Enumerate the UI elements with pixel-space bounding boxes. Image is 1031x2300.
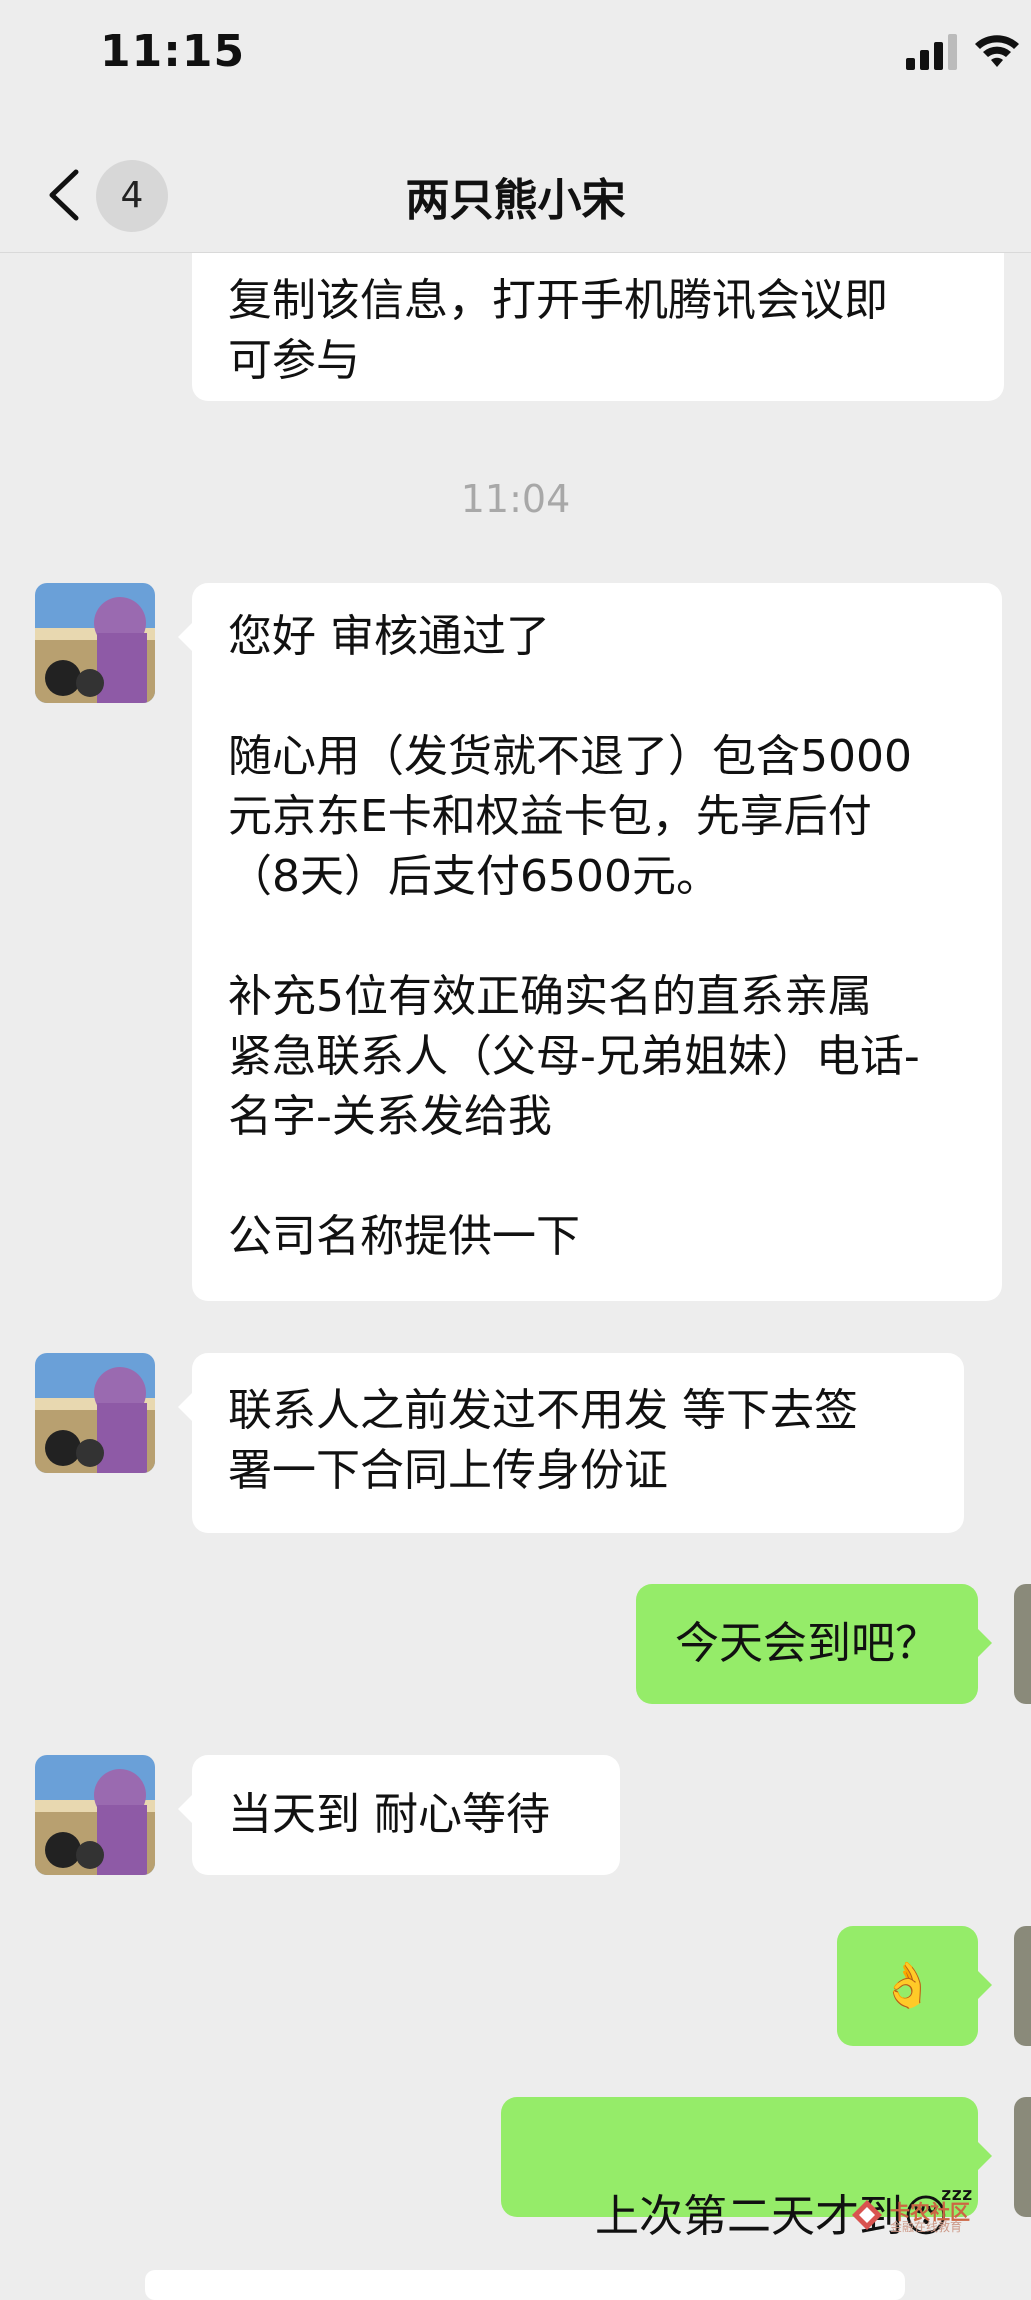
my-avatar[interactable] (1014, 2097, 1031, 2217)
input-bar-edge[interactable] (145, 2270, 905, 2300)
status-time: 11:15 (100, 26, 246, 77)
bubble-tail (978, 2142, 992, 2170)
contact-avatar[interactable] (35, 583, 155, 703)
my-avatar[interactable] (1014, 1926, 1031, 2046)
message-bubble[interactable]: 您好 审核通过了 随心用（发货就不退了）包含5000 元京东E卡和权益卡包，先享… (192, 583, 1002, 1301)
chat-title[interactable]: 两只熊小宋 (0, 164, 1031, 228)
bubble-tail (978, 1971, 992, 1999)
wifi-icon (975, 35, 1019, 67)
watermark-logo: 卡农社区 金融在线教育 (850, 2196, 1000, 2236)
status-bar: 11:15 (0, 0, 1031, 120)
chat-header: 4 两只熊小宋 (0, 140, 1031, 253)
contact-avatar[interactable] (35, 1755, 155, 1875)
bubble-tail (978, 1629, 992, 1657)
contact-avatar[interactable] (35, 1353, 155, 1473)
bubble-tail (178, 1795, 192, 1823)
my-message-bubble[interactable]: 今天会到吧？ (636, 1584, 978, 1704)
message-bubble-partial[interactable]: 复制该信息，打开手机腾讯会议即 可参与 (192, 253, 1004, 401)
cellular-signal-icon (906, 34, 958, 70)
message-list[interactable]: 复制该信息，打开手机腾讯会议即 可参与 11:04 您好 审核通过了 随心用（发… (0, 253, 1031, 2288)
message-bubble[interactable]: 联系人之前发过不用发 等下去签 署一下合同上传身份证 (192, 1353, 964, 1533)
my-message-bubble[interactable]: 👌 (837, 1926, 978, 2046)
message-bubble[interactable]: 当天到 耐心等待 (192, 1755, 620, 1875)
my-avatar[interactable] (1014, 1584, 1031, 1704)
bubble-tail (178, 1393, 192, 1421)
bubble-tail (178, 623, 192, 651)
watermark-subtitle: 金融在线教育 (890, 2220, 963, 2234)
message-timestamp: 11:04 (460, 477, 571, 521)
